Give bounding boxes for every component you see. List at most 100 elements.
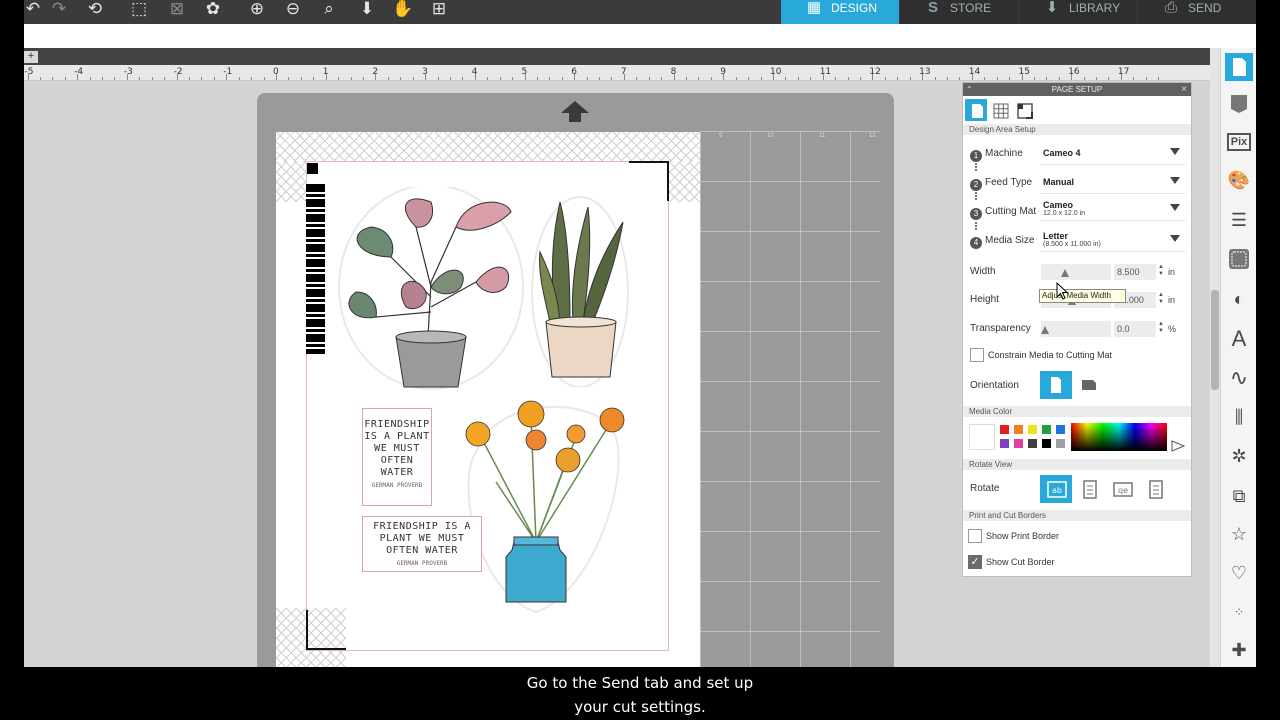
redo-icon[interactable]: ↷ [46, 0, 72, 20]
collapse-icon[interactable]: ⌃ [966, 83, 973, 96]
width-slider[interactable] [1041, 264, 1111, 280]
align-icon[interactable]: ⫼ [1225, 403, 1253, 431]
replicate-icon[interactable]: ✲ [1225, 442, 1253, 470]
spectrum-picker-icon[interactable] [1171, 440, 1185, 452]
add-page-icon[interactable]: ⊞ [426, 0, 452, 20]
constrain-media-checkbox[interactable] [970, 348, 984, 362]
show-cut-border-checkbox[interactable]: ✓ [968, 555, 982, 569]
text-style-icon[interactable]: A [1225, 325, 1253, 353]
quote-author: GERMAN PROVERB [371, 482, 423, 489]
color-swatch[interactable] [1028, 439, 1037, 448]
orientation-landscape-button[interactable] [1073, 371, 1105, 399]
puzzle-icon[interactable]: ✚ [1225, 636, 1253, 664]
mat-grid-label: 11 [819, 133, 826, 139]
pixscan-icon[interactable]: Pix [1225, 128, 1253, 156]
ruler-tick [785, 77, 787, 80]
width-input[interactable]: 8.500 [1114, 264, 1156, 280]
pan-hand-icon[interactable]: ✋ [390, 0, 416, 20]
tab-page-setup[interactable] [965, 99, 987, 121]
panel-title-bar[interactable]: ⌃ PAGE SETUP × [963, 83, 1191, 96]
cutting-mat-label: 3 Cutting Mat [970, 206, 1036, 220]
slider-thumb[interactable] [1041, 326, 1049, 334]
tab-library[interactable]: ⬇ LIBRARY [1019, 0, 1137, 24]
color-swatch[interactable] [1000, 439, 1009, 448]
snake-plant-sticker[interactable] [528, 192, 638, 387]
height-stepper[interactable]: ▲ ▼ [1158, 292, 1164, 308]
panel-scrollbar-thumb[interactable] [1211, 290, 1219, 390]
ruler-tick [437, 77, 439, 80]
quote-sticker-tall[interactable]: FRIENDSHIP IS A PLANT WE MUST OFTEN WATE… [362, 408, 432, 506]
fill-icon[interactable] [1225, 89, 1253, 117]
color-spectrum[interactable] [1071, 423, 1167, 451]
undo-icon[interactable]: ↶ [20, 0, 46, 20]
color-swatch[interactable] [1042, 425, 1051, 434]
tab-grid[interactable] [989, 99, 1011, 121]
quote-sticker-wide[interactable]: FRIENDSHIP IS A PLANT WE MUST OFTEN WATE… [362, 516, 482, 572]
ruler-tick [114, 77, 116, 80]
ruler-tick [189, 77, 191, 80]
line-style-icon[interactable]: ☰ [1225, 206, 1253, 234]
ruler-tick [251, 77, 253, 80]
cutting-mat-dropdown[interactable]: Cameo 12.0 x 12.0 in [1041, 199, 1186, 221]
zoom-out-icon[interactable]: ⊖ [280, 0, 306, 20]
section-media-color: Media Color [963, 406, 1191, 417]
favorites-icon[interactable]: ☆ [1225, 520, 1253, 548]
modify-icon[interactable]: ⧉ [1225, 482, 1253, 510]
refresh-icon[interactable]: ⟲ [82, 0, 108, 20]
color-swatch[interactable] [1000, 425, 1009, 434]
paint-icon[interactable]: ✿ [200, 0, 226, 20]
tab-send[interactable]: ⎙ SEND [1138, 0, 1256, 24]
color-swatch[interactable] [1028, 425, 1037, 434]
ruler-tick [276, 74, 277, 80]
ruler-tick [226, 74, 228, 80]
transparency-slider[interactable] [1041, 321, 1111, 337]
media-size-dropdown[interactable]: Letter (8.500 x 11.000 in) [1041, 230, 1186, 252]
tab-design[interactable]: ▦ DESIGN [781, 0, 899, 24]
tab-registration[interactable] [1013, 99, 1035, 121]
zoom-fit-icon[interactable]: ⌕ [316, 0, 342, 20]
rotate-0-button[interactable]: ab [1040, 475, 1072, 503]
trace-icon[interactable] [1225, 245, 1253, 273]
zoom-in-icon[interactable]: ⊕ [244, 0, 270, 20]
page-setup-icon[interactable] [1225, 53, 1253, 81]
move-down-icon[interactable]: ⬇ [354, 0, 380, 20]
orientation-portrait-button[interactable] [1040, 371, 1072, 399]
deselect-icon[interactable]: ⊠ [164, 0, 190, 20]
pink-plant-sticker[interactable] [336, 187, 526, 392]
tab-store[interactable]: S STORE [900, 0, 1018, 24]
rotate-label: Rotate [970, 483, 1000, 494]
ruler-tick [735, 77, 737, 80]
ruler-tick [549, 77, 551, 80]
show-print-border-label: Show Print Border [986, 531, 1060, 541]
media-color-current[interactable] [969, 424, 995, 450]
select-icon[interactable]: ⬚ [126, 0, 152, 20]
curve-icon[interactable]: ∿ [1225, 364, 1253, 392]
color-swatch[interactable] [1014, 425, 1023, 434]
palette-icon[interactable]: 🎨 [1225, 166, 1253, 194]
offset-icon[interactable]: ♡ [1225, 559, 1253, 587]
transparency-stepper[interactable]: ▲ ▼ [1158, 321, 1164, 337]
poppy-vase-sticker[interactable] [436, 392, 636, 617]
rotate-270-button[interactable] [1139, 475, 1171, 503]
add-document-button[interactable]: + [24, 51, 38, 63]
rotate-90-button[interactable] [1073, 475, 1105, 503]
color-swatch[interactable] [1042, 439, 1051, 448]
section-rotate-view: Rotate View [963, 459, 1191, 470]
show-print-border-checkbox[interactable] [968, 529, 982, 543]
ruler-tick [1145, 77, 1147, 80]
rotate-180-button[interactable]: qe [1106, 475, 1138, 503]
show-cut-border-label: Show Cut Border [986, 557, 1055, 567]
contrast-icon[interactable]: ◐ [1225, 285, 1253, 313]
color-swatch[interactable] [1014, 439, 1023, 448]
feed-type-dropdown[interactable]: Manual [1041, 172, 1186, 194]
knife-dots-icon[interactable]: ⁘ [1225, 598, 1253, 626]
transparency-input[interactable]: 0.0 [1114, 321, 1156, 337]
close-icon[interactable]: × [1181, 83, 1187, 96]
width-stepper[interactable]: ▲ ▼ [1158, 264, 1164, 280]
color-swatch[interactable] [1056, 425, 1065, 434]
slider-thumb[interactable] [1061, 269, 1069, 277]
ruler-tick [1133, 77, 1135, 80]
color-swatch[interactable] [1056, 439, 1065, 448]
ruler-tick [748, 77, 750, 80]
machine-dropdown[interactable]: Cameo 4 [1041, 143, 1186, 165]
